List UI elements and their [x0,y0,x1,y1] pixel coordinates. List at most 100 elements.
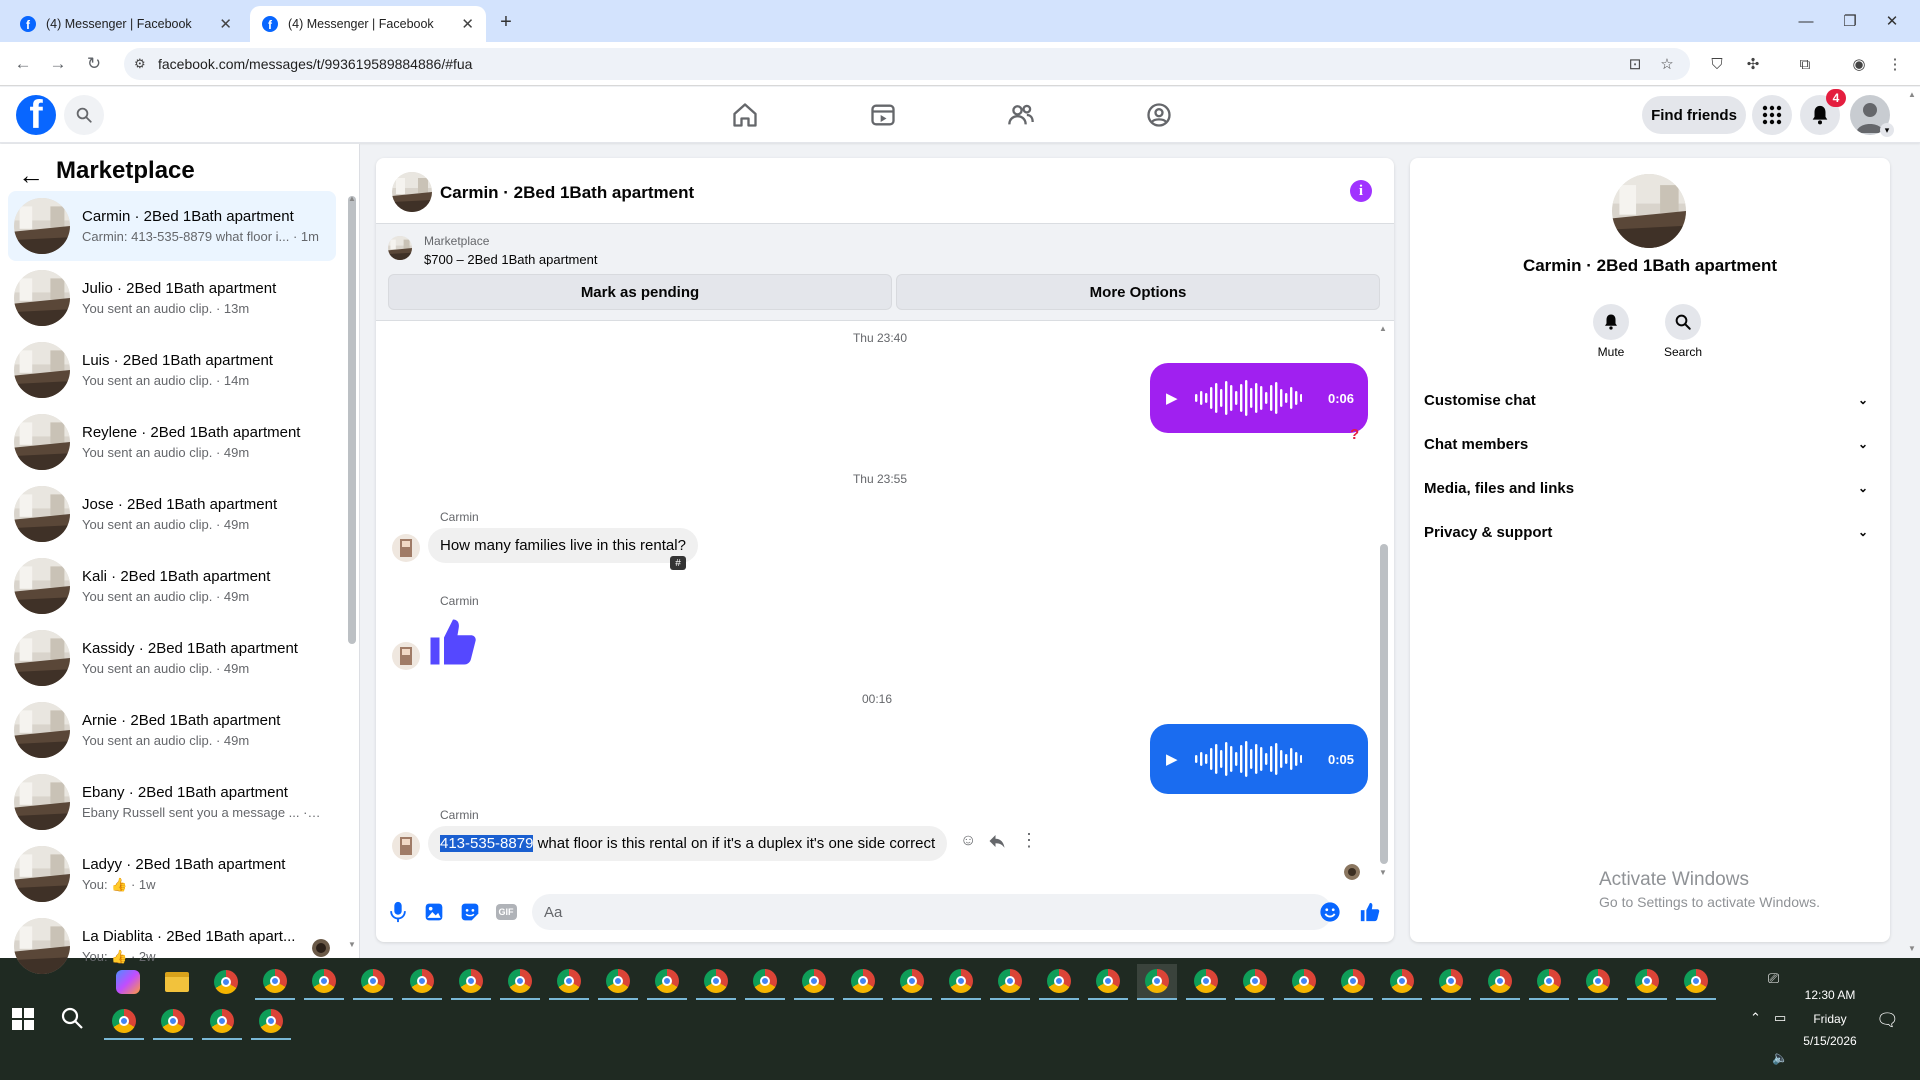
sender-avatar[interactable] [392,832,420,860]
chat-header-avatar[interactable] [392,172,432,212]
chrome-taskbar-icon[interactable] [304,964,344,1000]
react-emoji-icon[interactable]: ☺ [960,832,976,850]
listing-thumbnail[interactable] [388,236,412,260]
page-scroll-down-icon[interactable]: ▼ [1908,944,1916,953]
conversation-item[interactable]: Kassidy · 2Bed 1Bath apartment You sent a… [8,623,336,693]
scroll-up-icon[interactable]: ▲ [348,194,356,203]
url-bar[interactable]: ⚙ facebook.com/messages/t/99361958988488… [124,48,1690,80]
conversation-item[interactable]: Julio · 2Bed 1Bath apartment You sent an … [8,263,336,333]
chrome-taskbar-icon[interactable] [1284,964,1324,1000]
mark-as-pending-button[interactable]: Mark as pending [388,274,892,310]
chrome-taskbar-icon[interactable] [647,964,687,1000]
chrome-taskbar-icon[interactable] [745,964,785,1000]
friends-nav-button[interactable] [1004,98,1038,132]
chrome-taskbar-icon[interactable] [1382,964,1422,1000]
back-icon[interactable]: ← [11,52,35,76]
video-nav-button[interactable] [866,98,900,132]
chrome-taskbar-icon[interactable] [255,964,295,1000]
back-arrow-icon[interactable]: ← [18,160,44,191]
microphone-button[interactable] [386,900,410,924]
like-send-button[interactable] [1358,900,1382,924]
conversation-item[interactable]: Luis · 2Bed 1Bath apartment You sent an a… [8,335,336,405]
facebook-logo-icon[interactable]: f [16,95,56,135]
chrome-taskbar-icon[interactable] [794,964,834,1000]
action-center-icon[interactable]: 🗨 [1876,1010,1899,1031]
emoji-button[interactable] [1318,900,1342,924]
more-actions-icon[interactable]: ⋮ [1020,830,1038,851]
conversation-item[interactable]: Jose · 2Bed 1Bath apartment You sent an a… [8,479,336,549]
info-icon[interactable]: i [1350,180,1372,202]
chrome-taskbar-icon[interactable] [251,1004,291,1040]
bookmark-star-icon[interactable]: ☆ [1656,53,1678,75]
listing-title[interactable]: $700 – 2Bed 1Bath apartment [424,252,597,267]
reload-icon[interactable]: ↻ [82,52,106,76]
chrome-taskbar-icon[interactable] [202,1004,242,1040]
thumbs-up-message[interactable] [426,614,480,670]
chrome-taskbar-icon[interactable] [1333,964,1373,1000]
message-input[interactable]: Aa [532,894,1332,930]
chat-scrollbar[interactable] [1380,544,1388,864]
tab-search-icon[interactable]: ⧉ [1794,53,1816,75]
chrome-taskbar-icon[interactable] [104,1004,144,1040]
play-icon[interactable]: ▶ [1166,750,1178,768]
chrome-taskbar-icon[interactable] [990,964,1030,1000]
sticker-button[interactable] [458,900,482,924]
audio-message[interactable]: ▶ 0:05 [1150,724,1368,794]
chrome-taskbar-icon[interactable] [206,964,246,1000]
conversation-item[interactable]: Ladyy · 2Bed 1Bath apartment You: 👍 · 1w [8,839,336,909]
scroll-up-icon[interactable]: ▲ [1379,324,1387,333]
page-scroll-up-icon[interactable]: ▲ [1908,90,1916,99]
gaming-nav-button[interactable] [1142,98,1176,132]
chrome-taskbar-icon[interactable] [696,964,736,1000]
chrome-taskbar-icon[interactable] [353,964,393,1000]
section-media-files-links[interactable]: Media, files and links ⌄ [1424,468,1876,508]
chrome-taskbar-icon[interactable] [1627,964,1667,1000]
conversation-item[interactable]: Reylene · 2Bed 1Bath apartment You sent a… [8,407,336,477]
conversation-item[interactable]: Carmin · 2Bed 1Bath apartment Carmin: 413… [8,191,336,261]
close-tab-icon[interactable]: ✕ [219,15,232,33]
sender-avatar[interactable] [392,642,420,670]
close-window-button[interactable]: ✕ [1864,0,1920,42]
incoming-message[interactable]: 413-535-8879 what floor is this rental o… [428,826,948,861]
extensions-puzzle-icon[interactable]: ✣ [1742,53,1764,75]
chrome-taskbar-icon[interactable] [1529,964,1569,1000]
menu-button[interactable] [1752,95,1792,135]
clock-day[interactable]: Friday [1800,1012,1860,1026]
tablet-mode-icon[interactable]: ⎚ [1768,970,1779,987]
audio-message[interactable]: ▶ 0:06 [1150,363,1368,433]
chrome-taskbar-icon[interactable] [1039,964,1079,1000]
chrome-taskbar-icon[interactable] [402,964,442,1000]
section-chat-members[interactable]: Chat members ⌄ [1424,424,1876,464]
mute-button[interactable] [1593,304,1629,340]
chrome-taskbar-icon[interactable] [843,964,883,1000]
more-options-button[interactable]: More Options [896,274,1380,310]
conversation-item[interactable]: Kali · 2Bed 1Bath apartment You sent an a… [8,551,336,621]
conversation-item[interactable]: Arnie · 2Bed 1Bath apartment You sent an … [8,695,336,765]
find-friends-button[interactable]: Find friends [1642,96,1746,134]
chrome-taskbar-icon[interactable] [1578,964,1618,1000]
profile-icon[interactable]: ◉ [1848,53,1870,75]
site-info-icon[interactable]: ⚙ [134,56,146,72]
chrome-taskbar-icon[interactable] [892,964,932,1000]
extension-shield-icon[interactable]: ⛉ [1706,53,1728,75]
chrome-taskbar-icon[interactable] [1676,964,1716,1000]
chat-title[interactable]: Carmin · 2Bed 1Bath apartment [440,183,694,203]
chrome-taskbar-icon[interactable] [941,964,981,1000]
browser-tab-1[interactable]: f (4) Messenger | Facebook ✕ [8,6,244,42]
show-hidden-icons-icon[interactable]: ⌃ [1750,1010,1761,1026]
chrome-taskbar-icon[interactable] [1235,964,1275,1000]
photo-button[interactable] [422,900,446,924]
gif-button[interactable]: GIF [494,900,518,924]
chrome-taskbar-icon[interactable] [153,1004,193,1040]
search-taskbar-button[interactable] [60,1006,84,1030]
conversation-item[interactable]: Ebany · 2Bed 1Bath apartment Ebany Russel… [8,767,336,837]
chevron-down-icon[interactable]: ▾ [1880,123,1894,137]
chrome-taskbar-icon[interactable] [549,964,589,1000]
copilot-taskbar-icon[interactable] [108,964,148,1000]
start-button[interactable] [12,1008,34,1030]
chrome-taskbar-icon[interactable] [451,964,491,1000]
clock-date[interactable]: 5/15/2026 [1800,1034,1860,1048]
chrome-taskbar-icon[interactable] [1186,964,1226,1000]
scroll-down-icon[interactable]: ▼ [348,940,356,949]
home-nav-button[interactable] [728,98,762,132]
